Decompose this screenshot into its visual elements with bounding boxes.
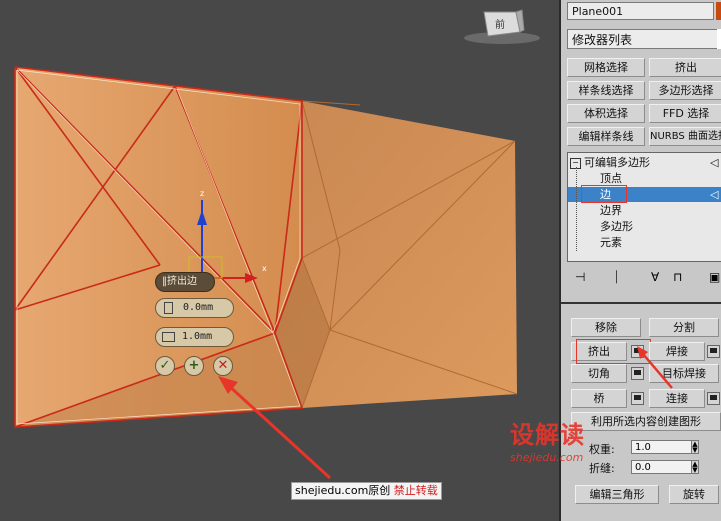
weight-spinner-arrows[interactable]: ▲ ▼ [691, 440, 699, 454]
highlight-box-extrude [576, 339, 651, 364]
modifier-list-arrow[interactable] [717, 29, 721, 49]
caddy-width-icon [162, 332, 175, 342]
caddy-apply-icon[interactable]: + [184, 356, 204, 376]
show-end-result-icon[interactable]: ⏐ [613, 270, 620, 285]
watermark-original: 原创 [368, 484, 391, 497]
caddy-ok-icon[interactable]: ✓ [155, 356, 175, 376]
btn-remove[interactable]: 移除 [571, 318, 641, 337]
brand-logo: 设解读 [510, 415, 585, 450]
caddy-cancel-icon[interactable]: ✕ [213, 356, 233, 376]
stack-item-label: 顶点 [600, 172, 622, 185]
gizmo-x-label: x [262, 264, 267, 273]
btn-bridge[interactable]: 桥 [571, 389, 627, 408]
stack-root-label: 可编辑多边形 [584, 156, 650, 169]
stack-item-element[interactable]: 元素 [568, 235, 721, 250]
connect-settings-icon[interactable] [707, 392, 720, 405]
crease-label: 折缝: [589, 462, 615, 475]
btn-split[interactable]: 分割 [649, 318, 719, 337]
brand-url: shejiedu.com [510, 451, 584, 464]
caddy-width-value: 1.0mm [182, 331, 213, 342]
stack-item-label: 边界 [600, 204, 622, 217]
viewcube-label: 前 [495, 20, 505, 31]
crease-spinner-arrows[interactable]: ▲ ▼ [691, 460, 699, 474]
chamfer-settings-icon[interactable] [631, 367, 644, 380]
highlight-box-edge [581, 185, 627, 203]
watermark: shejiedu.com原创 禁止转载 [291, 482, 442, 500]
stack-item-vertex[interactable]: 顶点 [568, 171, 721, 186]
btn-spline-select[interactable]: 样条线选择 [567, 81, 645, 100]
pin-stack-icon[interactable]: ⊣ [575, 270, 585, 284]
caddy-height-value: 0.0mm [183, 302, 214, 313]
caddy-title[interactable]: ‖挤出边 [155, 272, 215, 292]
btn-turn[interactable]: 旋转 [669, 485, 719, 504]
brand-name: 设解读 [510, 421, 585, 449]
btn-weld[interactable]: 焊接 [649, 342, 705, 361]
btn-edit-spline[interactable]: 编辑样条线 [567, 127, 645, 146]
configure-sets-icon[interactable]: ▣ [709, 270, 720, 284]
object-name-field[interactable]: Plane001 [567, 2, 714, 20]
btn-vol-select[interactable]: 体积选择 [567, 104, 645, 123]
caddy-grip-icon: ‖ [162, 276, 167, 287]
weight-label: 权重: [589, 443, 615, 456]
plane-mesh[interactable] [0, 0, 559, 521]
btn-chamfer[interactable]: 切角 [571, 364, 627, 383]
btn-connect[interactable]: 连接 [649, 389, 705, 408]
make-unique-icon[interactable]: ∀ [651, 270, 659, 284]
weld-settings-icon[interactable] [707, 345, 720, 358]
watermark-site: shejiedu.com [295, 484, 369, 497]
weight-spinner[interactable]: 1.0 [631, 440, 699, 454]
viewport[interactable]: z x 前 ‖挤出边 0.0mm 1.0mm ✓ + ✕ shejiedu.co… [0, 0, 559, 521]
btn-edit-triangles[interactable]: 编辑三角形 [575, 485, 659, 504]
stack-item-label: 多边形 [600, 220, 633, 233]
stack-toolbar: ⊣ ⏐ ∀ ⊓ ▣ [567, 268, 721, 290]
modifier-stack: − 可编辑多边形 ◁ 顶点 边 ◁ 边界 多边形 元素 [567, 152, 721, 262]
bridge-settings-icon[interactable] [631, 392, 644, 405]
stack-item-border[interactable]: 边界 [568, 203, 721, 218]
btn-target-weld[interactable]: 目标焊接 [649, 364, 719, 383]
pin-icon[interactable]: ◁ [710, 155, 718, 170]
stack-root[interactable]: − 可编辑多边形 ◁ [570, 155, 720, 170]
modifier-list-dropdown[interactable]: 修改器列表 [567, 29, 719, 49]
caddy-title-label: 挤出边 [167, 276, 197, 287]
object-color-swatch[interactable] [716, 2, 721, 20]
caddy-height-icon [164, 302, 173, 314]
stack-item-label: 元素 [600, 236, 622, 249]
btn-extrude-mod[interactable]: 挤出 [649, 58, 721, 77]
btn-mesh-select[interactable]: 网格选择 [567, 58, 645, 77]
watermark-notice: 禁止转载 [393, 484, 438, 497]
gizmo-z-label: z [200, 189, 205, 198]
btn-nurbs-select[interactable]: NURBS 曲面选择 [649, 127, 721, 146]
caddy-width-field[interactable]: 1.0mm [155, 327, 234, 347]
btn-ffd-select[interactable]: FFD 选择 [649, 104, 721, 123]
caddy-height-field[interactable]: 0.0mm [155, 298, 234, 318]
crease-spinner[interactable]: 0.0 [631, 460, 699, 474]
remove-modifier-icon[interactable]: ⊓ [673, 270, 682, 284]
pin-icon: ◁ [710, 188, 719, 201]
stack-item-polygon[interactable]: 多边形 [568, 219, 721, 234]
btn-poly-select[interactable]: 多边形选择 [649, 81, 721, 100]
btn-create-shape[interactable]: 利用所选内容创建图形 [571, 412, 721, 431]
